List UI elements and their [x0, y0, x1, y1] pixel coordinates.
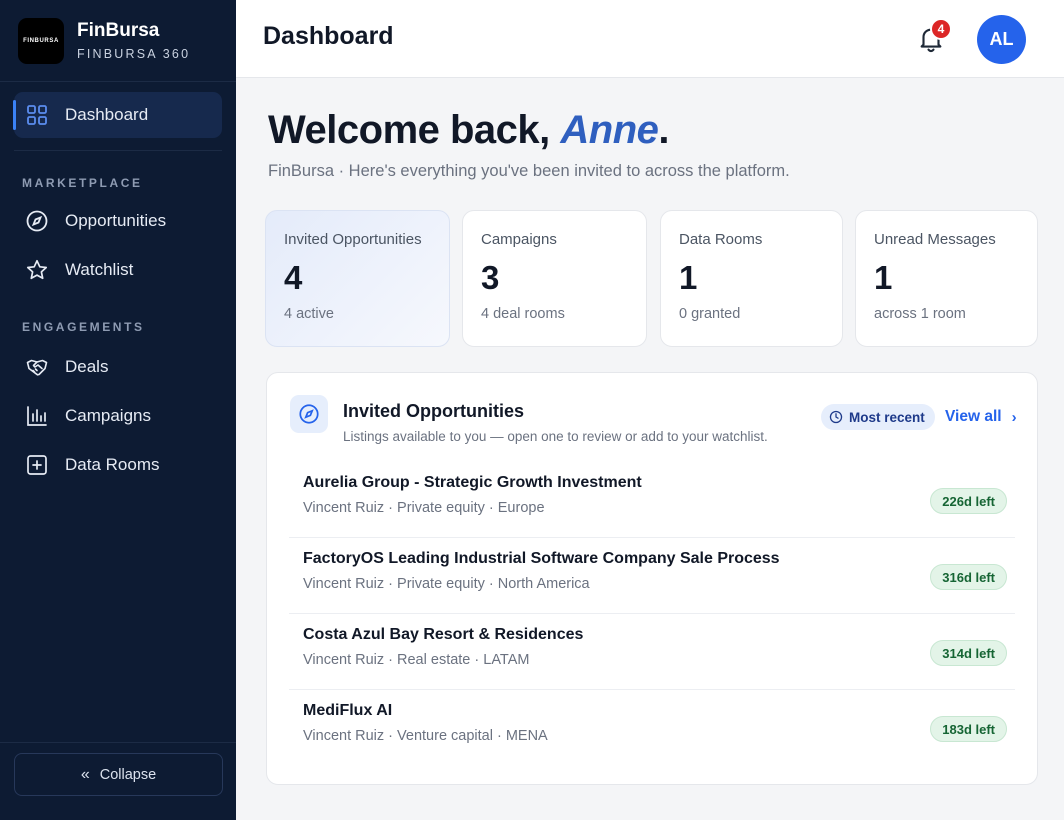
panel-title: Invited Opportunities [343, 401, 525, 421]
divider [14, 150, 222, 151]
plus-square-icon [24, 452, 50, 478]
view-all-link[interactable]: View all › [945, 408, 1017, 426]
view-all-label: View all [945, 408, 1002, 425]
handshake-icon [24, 354, 50, 380]
opportunity-row[interactable]: Costa Azul Bay Resort & Residences Vince… [289, 614, 1015, 690]
stat-value: 1 [874, 259, 893, 296]
sidebar-item-watchlist[interactable]: Watchlist [14, 247, 222, 293]
user-name: Anne [560, 108, 659, 152]
brand[interactable]: FINBURSA FinBursa FINBURSA 360 [0, 0, 236, 82]
opportunity-title: MediFlux AI [303, 702, 393, 719]
sidebar-item-label: Watchlist [65, 260, 134, 279]
stat-card-invited-opportunities[interactable]: Invited Opportunities 4 4 active [265, 210, 450, 347]
opportunity-title: FactoryOS Leading Industrial Software Co… [303, 550, 780, 567]
chevrons-left-icon: « [80, 765, 90, 783]
top-header: Dashboard 4 AL [236, 0, 1064, 78]
sidebar-item-opportunities[interactable]: Opportunities [14, 198, 222, 244]
opportunity-title: Aurelia Group - Strategic Growth Investm… [303, 474, 642, 491]
section-label-engagements: ENGAGEMENTS [22, 320, 145, 334]
opportunity-title: Costa Azul Bay Resort & Residences [303, 626, 584, 643]
stat-sub: across 1 room [874, 306, 966, 322]
notification-badge: 4 [930, 18, 952, 40]
collapse-label: Collapse [99, 766, 157, 783]
avatar[interactable]: AL [977, 15, 1026, 64]
opportunity-meta: Vincent Ruiz · Venture capital · MENA [303, 728, 548, 744]
days-left-badge: 314d left [930, 640, 1007, 666]
bar-chart-icon [24, 403, 50, 429]
sidebar-item-dashboard[interactable]: Dashboard [13, 92, 222, 138]
section-label-marketplace: MARKETPLACE [22, 176, 143, 190]
stat-label: Invited Opportunities [284, 231, 422, 248]
days-left-badge: 226d left [930, 488, 1007, 514]
welcome-prefix: Welcome back, [268, 108, 561, 152]
stat-card-data-rooms[interactable]: Data Rooms 1 0 granted [660, 210, 843, 347]
stat-label: Campaigns [481, 231, 557, 248]
stat-value: 3 [481, 259, 500, 296]
grid-icon [24, 102, 50, 128]
sidebar-item-label: Campaigns [65, 406, 151, 425]
sort-most-recent-button[interactable]: Most recent [821, 404, 935, 430]
welcome-heading: Welcome back, Anne. [268, 108, 670, 153]
stat-sub: 4 deal rooms [481, 306, 565, 322]
clock-icon [829, 410, 843, 424]
sidebar-item-label: Deals [65, 357, 109, 376]
brand-name: FinBursa [77, 20, 160, 41]
invited-opportunities-panel: Invited Opportunities Listings available… [266, 372, 1038, 785]
stat-sub: 4 active [284, 306, 334, 322]
opportunity-row[interactable]: Aurelia Group - Strategic Growth Investm… [289, 462, 1015, 538]
sidebar-item-label: Dashboard [65, 105, 149, 124]
stat-card-unread-messages[interactable]: Unread Messages 1 across 1 room [855, 210, 1038, 347]
stat-sub: 0 granted [679, 306, 741, 322]
compass-icon [290, 395, 328, 433]
opportunity-meta: Vincent Ruiz · Real estate · LATAM [303, 652, 530, 668]
sidebar-item-label: Opportunities [65, 211, 167, 230]
star-icon [24, 257, 50, 283]
page-title: Dashboard [263, 22, 394, 50]
sidebar-item-campaigns[interactable]: Campaigns [14, 393, 222, 439]
sort-label: Most recent [849, 409, 925, 425]
chevron-right-icon: › [1011, 408, 1017, 426]
welcome-subtitle: FinBursa · Here's everything you've been… [268, 162, 790, 180]
days-left-badge: 183d left [930, 716, 1007, 742]
brand-logo: FINBURSA [18, 17, 64, 64]
active-indicator [13, 100, 16, 130]
panel-subtitle: Listings available to you — open one to … [343, 429, 768, 444]
sidebar: FINBURSA FinBursa FINBURSA 360 Dashboard… [0, 0, 236, 820]
sidebar-item-label: Data Rooms [65, 455, 160, 474]
stat-label: Data Rooms [679, 231, 763, 248]
opportunity-row[interactable]: FactoryOS Leading Industrial Software Co… [289, 538, 1015, 614]
days-left-badge: 316d left [930, 564, 1007, 590]
divider [0, 742, 236, 743]
collapse-button[interactable]: « Collapse [14, 753, 223, 796]
sidebar-item-deals[interactable]: Deals [14, 344, 222, 390]
brand-subtitle: FINBURSA 360 [77, 47, 191, 61]
opportunity-row[interactable]: MediFlux AI Vincent Ruiz · Venture capit… [289, 690, 1015, 766]
stat-card-campaigns[interactable]: Campaigns 3 4 deal rooms [462, 210, 647, 347]
stat-value: 4 [284, 259, 303, 296]
welcome-suffix: . [658, 108, 670, 152]
stat-label: Unread Messages [874, 231, 996, 248]
compass-icon [24, 208, 50, 234]
opportunity-meta: Vincent Ruiz · Private equity · North Am… [303, 576, 590, 592]
opportunity-meta: Vincent Ruiz · Private equity · Europe [303, 500, 545, 516]
sidebar-item-data-rooms[interactable]: Data Rooms [14, 442, 222, 488]
stat-value: 1 [679, 259, 698, 296]
